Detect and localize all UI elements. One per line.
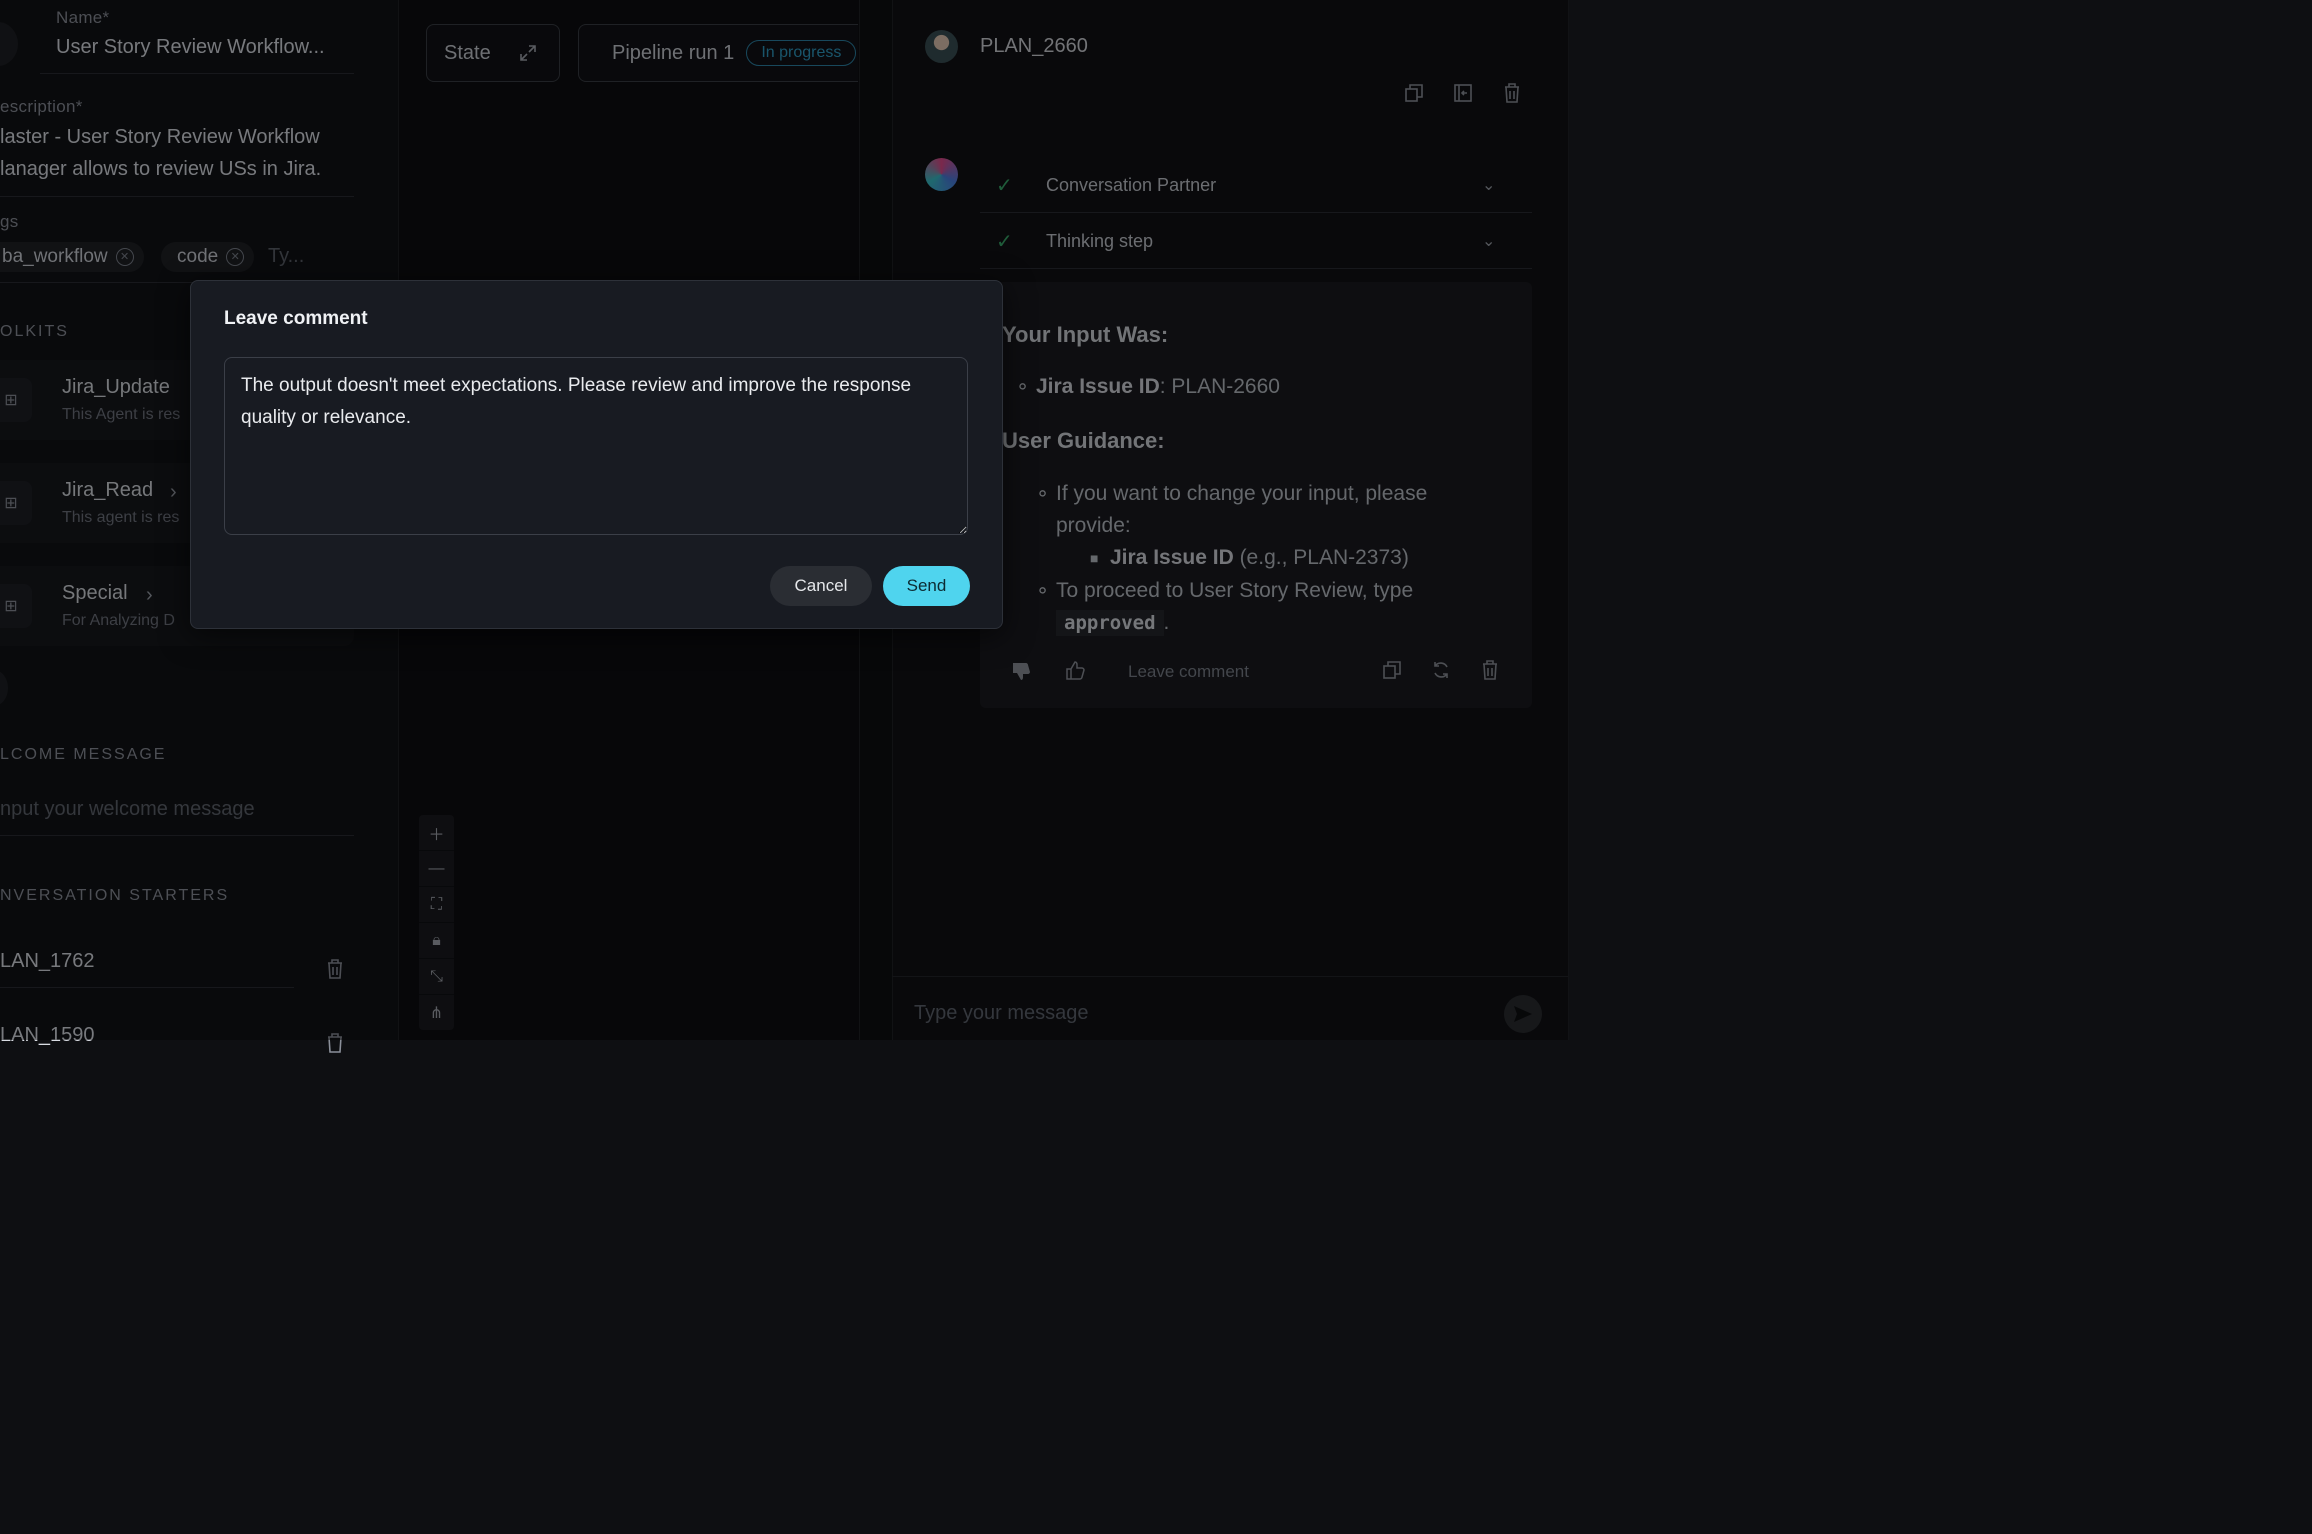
send-button[interactable]: Send [883, 566, 970, 606]
leave-comment-dialog: Leave comment The output doesn't meet ex… [190, 280, 1003, 629]
cancel-button[interactable]: Cancel [770, 566, 872, 606]
dialog-title: Leave comment [224, 308, 368, 329]
comment-textarea[interactable]: The output doesn't meet expectations. Pl… [224, 357, 968, 535]
